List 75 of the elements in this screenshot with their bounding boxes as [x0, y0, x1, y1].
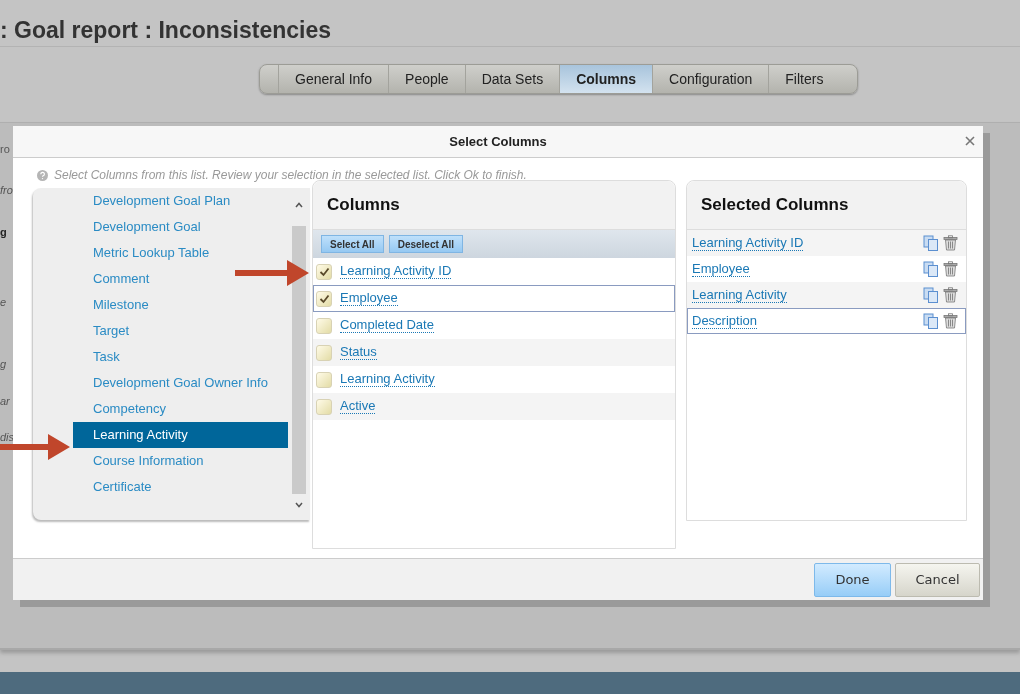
- checkbox[interactable]: [316, 344, 332, 361]
- panel-heading: Columns: [327, 195, 400, 215]
- done-button[interactable]: Done: [814, 562, 891, 597]
- column-link[interactable]: Learning Activity ID: [340, 264, 452, 279]
- background-text: dis: [0, 431, 15, 443]
- pointer-arrow: [0, 432, 72, 462]
- data-set-item[interactable]: Certificate: [73, 474, 288, 500]
- trash-icon[interactable]: [943, 313, 958, 329]
- background-text: ro: [0, 143, 10, 155]
- trash-icon[interactable]: [943, 235, 958, 251]
- data-set-item[interactable]: Development Goal Plan: [73, 188, 288, 214]
- data-set-item[interactable]: Course Information: [73, 448, 288, 474]
- check-icon: [318, 266, 330, 277]
- select-all-button[interactable]: Select All: [321, 235, 384, 253]
- panel-heading: Selected Columns: [701, 195, 849, 215]
- tab[interactable]: Filters: [768, 65, 840, 93]
- background-text: ar: [0, 395, 10, 407]
- check-icon: [318, 293, 330, 304]
- trash-icon[interactable]: [943, 287, 958, 303]
- close-icon: [965, 136, 975, 146]
- column-link[interactable]: Employee: [692, 261, 750, 277]
- checkbox[interactable]: [316, 263, 332, 280]
- scroll-up-icon: [295, 202, 303, 208]
- data-set-item[interactable]: Metric Lookup Table: [73, 240, 288, 266]
- background-text: g: [0, 226, 7, 238]
- background-text: fro: [0, 184, 13, 196]
- help-icon: [37, 169, 48, 181]
- column-link[interactable]: Learning Activity: [692, 287, 787, 303]
- data-set-item[interactable]: Comment: [73, 266, 288, 292]
- column-row[interactable]: Active: [313, 393, 675, 420]
- column-row[interactable]: Completed Date: [313, 312, 675, 339]
- column-row[interactable]: Status: [313, 339, 675, 366]
- selected-column-row[interactable]: Employee: [687, 256, 966, 282]
- column-link[interactable]: Employee: [340, 291, 398, 306]
- copy-icon[interactable]: [923, 235, 939, 251]
- column-row[interactable]: Employee: [313, 285, 675, 312]
- background-text: g: [0, 358, 7, 370]
- data-set-item[interactable]: Development Goal: [73, 214, 288, 240]
- copy-icon[interactable]: [923, 261, 939, 277]
- column-row[interactable]: Learning Activity: [313, 366, 675, 393]
- column-link[interactable]: Learning Activity ID: [692, 235, 804, 251]
- selected-column-row[interactable]: Description: [687, 308, 966, 334]
- selected-column-row[interactable]: Learning Activity ID: [687, 230, 966, 256]
- column-link[interactable]: Status: [340, 345, 377, 360]
- column-link[interactable]: Completed Date: [340, 318, 434, 333]
- page-title: : Goal report : Inconsistencies: [0, 0, 1020, 47]
- column-link[interactable]: Learning Activity: [340, 372, 435, 387]
- tab[interactable]: General Info: [278, 65, 389, 93]
- data-set-item[interactable]: Milestone: [73, 292, 288, 318]
- tab[interactable]: Configuration: [652, 65, 769, 93]
- scroll-down-icon: [295, 502, 303, 508]
- column-link[interactable]: Description: [692, 313, 758, 329]
- copy-icon[interactable]: [923, 287, 939, 303]
- data-set-item[interactable]: Learning Activity: [73, 422, 288, 448]
- selected-column-row[interactable]: Learning Activity: [687, 282, 966, 308]
- checkbox[interactable]: [316, 371, 332, 388]
- data-set-item[interactable]: Target: [73, 318, 288, 344]
- data-set-item[interactable]: Competency: [73, 396, 288, 422]
- deselect-all-button[interactable]: Deselect All: [388, 235, 463, 253]
- tab[interactable]: People: [388, 65, 465, 93]
- dialog-title: Select Columns: [449, 134, 547, 149]
- checkbox[interactable]: [316, 398, 332, 415]
- copy-icon[interactable]: [923, 313, 939, 329]
- data-set-item[interactable]: Task: [73, 344, 288, 370]
- cancel-button[interactable]: Cancel: [895, 562, 980, 597]
- checkbox[interactable]: [316, 290, 332, 307]
- column-row[interactable]: Learning Activity ID: [313, 258, 675, 285]
- background-text: e: [0, 296, 7, 308]
- data-set-item[interactable]: Development Goal Owner Info: [73, 370, 288, 396]
- hint-text: Select Columns from this list. Review your selection in the selected list. Click Ok to finish.: [54, 168, 527, 182]
- checkbox[interactable]: [316, 317, 332, 334]
- tab[interactable]: Columns: [559, 65, 653, 93]
- close-button[interactable]: [965, 136, 975, 146]
- trash-icon[interactable]: [943, 261, 958, 277]
- column-link[interactable]: Active: [340, 399, 376, 414]
